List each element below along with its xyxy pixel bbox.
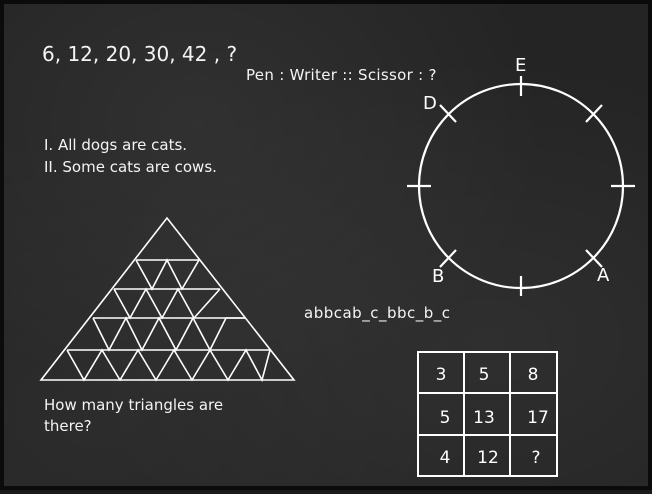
grid-cell: 5 [479,365,490,385]
chalkboard: 6, 12, 20, 30, 42 , ? Pen : Writer :: Sc… [0,0,652,490]
grid-cell: 12 [477,448,499,468]
row-4-zigzag [66,348,271,383]
grid-cell: 8 [528,365,539,385]
outer-triangle [39,216,296,381]
grid-cell: 13 [473,408,495,428]
grid-cell: 3 [436,365,447,385]
circle-label-d: D [423,93,437,114]
circle-label-e: E [515,55,526,76]
row-2-zigzag [113,287,221,320]
circle-label-a: A [597,265,610,286]
grid-cell: 17 [527,408,549,428]
grid-cell: ? [531,448,540,468]
row-1-zigzag [135,258,200,291]
grid-cell: 5 [440,408,451,428]
chalk-drawings: E D B A 3 5 8 5 13 17 4 12 ? [39,55,635,477]
row-3-zigzag [92,316,245,352]
grid-cell: 4 [440,448,451,468]
triangle-figure [39,216,296,383]
circle-label-b: B [432,266,444,287]
seating-circle [407,76,635,296]
